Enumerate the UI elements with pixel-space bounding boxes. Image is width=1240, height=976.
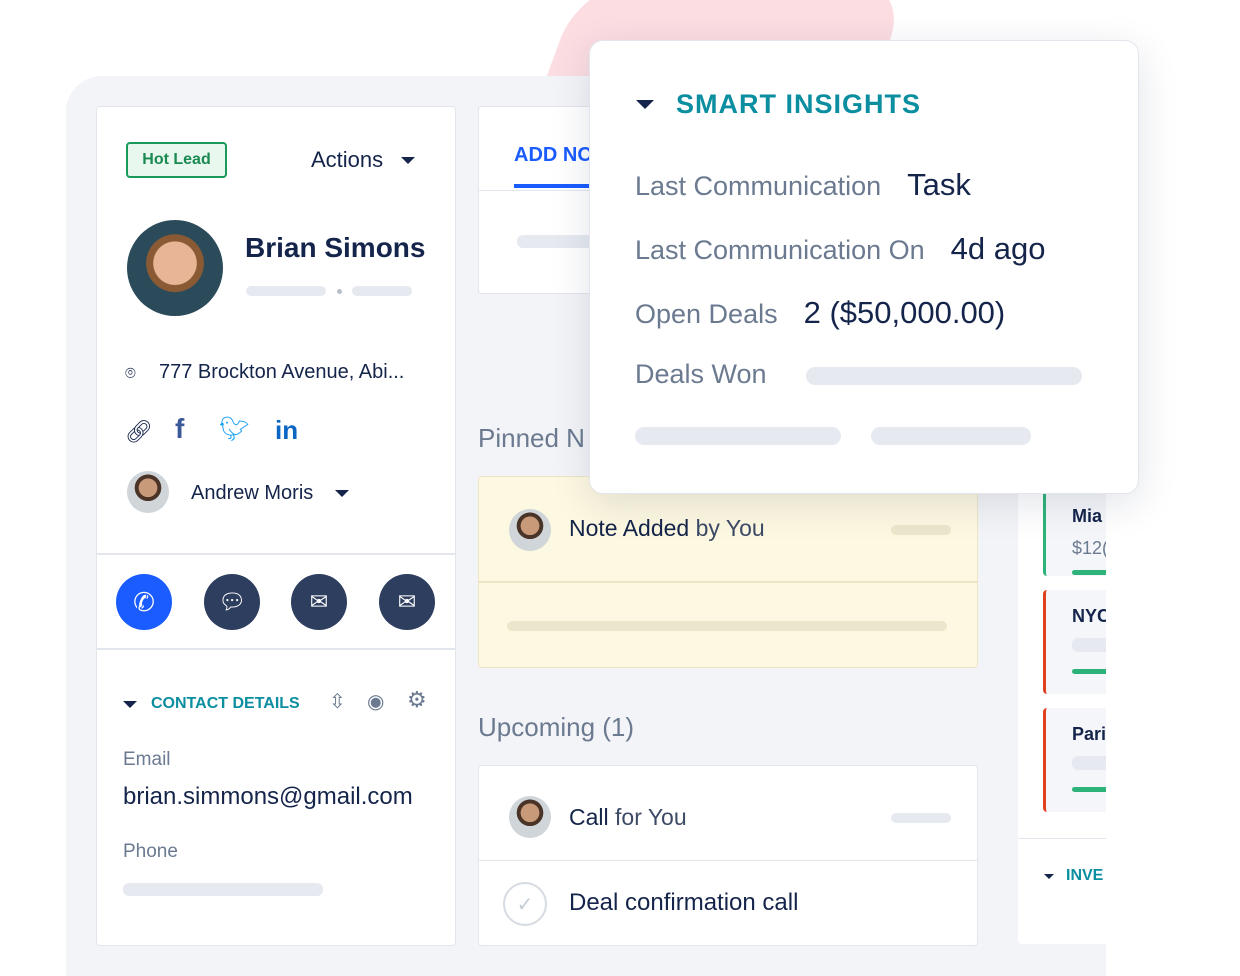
insight-row: Last Communication Task (635, 167, 971, 203)
call-item[interactable]: Call for You (569, 804, 687, 831)
linkedin-icon[interactable]: in (275, 415, 298, 446)
chat-button[interactable]: 💬︎ (204, 574, 260, 630)
divider (97, 553, 455, 555)
smart-insights-popup: SMART INSIGHTS Last Communication Task La… (589, 40, 1139, 494)
section-header[interactable]: INVE (1044, 867, 1103, 885)
deal-progress (1072, 669, 1106, 674)
chevron-down-icon (636, 100, 654, 109)
insight-label: Last Communication On (635, 235, 925, 265)
placeholder-bar (1072, 638, 1106, 652)
chevron-down-icon (123, 700, 137, 708)
placeholder-bar (871, 427, 1031, 445)
insight-label: Last Communication (635, 171, 882, 201)
contact-details-title: CONTACT DETAILS (151, 695, 300, 712)
call-assignee: for You (615, 804, 687, 830)
separator-dot (337, 289, 342, 294)
note-title: Note Added (569, 515, 690, 541)
deal-amount: $12( (1072, 538, 1106, 558)
insight-row: Last Communication On 4d ago (635, 231, 1045, 267)
bulk-email-button[interactable]: ✉ (379, 574, 435, 630)
call-title: Call (569, 804, 609, 830)
pinned-notes-title: Pinned N (478, 423, 585, 453)
deals-panel: Mia $12( NYC Pari INVE (1018, 440, 1106, 944)
upcoming-card: Call for You ✓ Deal confirmation call (478, 765, 978, 946)
email-value[interactable]: brian.simmons@gmail.com (123, 783, 413, 811)
insight-row: Open Deals 2 ($50,000.00) (635, 295, 1005, 331)
deal-name: Pari (1072, 724, 1106, 744)
deal-card[interactable]: Pari (1043, 708, 1106, 812)
actions-label: Actions (311, 147, 384, 172)
chevron-down-icon (1044, 873, 1054, 879)
smart-insights-title: SMART INSIGHTS (676, 89, 922, 119)
contact-avatar (127, 220, 223, 316)
call-button[interactable]: ✆ (116, 574, 172, 630)
insight-label: Deals Won (635, 359, 767, 389)
chevron-down-icon (335, 490, 350, 497)
divider (479, 581, 977, 583)
active-tab-indicator (514, 184, 594, 188)
contact-name: Brian Simons (245, 232, 426, 263)
divider (479, 860, 977, 861)
placeholder-bar (123, 883, 323, 896)
section-title: INVE (1066, 867, 1104, 884)
owner-avatar (127, 471, 169, 513)
contact-card: Hot Lead Actions Brian Simons ⌾ 777 Broc… (96, 106, 456, 946)
note-author-avatar (509, 509, 551, 551)
placeholder-bar (891, 813, 951, 823)
email-button[interactable]: ✉ (291, 574, 347, 630)
gear-icon[interactable]: ⚙ (407, 687, 427, 713)
placeholder-bar (1072, 756, 1106, 770)
owner-dropdown[interactable]: Andrew Moris (191, 482, 350, 505)
collapse-icon[interactable]: ⇳ (329, 689, 346, 714)
placeholder-bar (806, 367, 1082, 385)
task-title[interactable]: Deal confirmation call (569, 889, 798, 917)
actions-dropdown[interactable]: Actions (311, 147, 416, 173)
insight-row: Deals Won (635, 359, 767, 390)
hot-lead-badge: Hot Lead (126, 142, 227, 178)
deal-card[interactable]: NYC (1043, 590, 1106, 694)
deal-progress (1072, 570, 1106, 575)
location-pin-icon: ⌾ (125, 363, 136, 383)
smart-insights-header[interactable]: SMART INSIGHTS (636, 89, 921, 120)
deal-name: Mia (1072, 506, 1103, 526)
note-author: by You (695, 515, 765, 541)
task-checkbox[interactable]: ✓ (503, 882, 547, 926)
call-owner-avatar (509, 796, 551, 838)
insight-value: 2 ($50,000.00) (803, 295, 1006, 330)
twitter-icon[interactable]: 🐦︎ (219, 415, 249, 444)
chevron-down-icon (401, 156, 416, 164)
owner-name: Andrew Moris (191, 482, 314, 504)
facebook-icon[interactable]: f (175, 413, 184, 445)
deal-name: NYC (1072, 606, 1106, 626)
contact-address: 777 Brockton Avenue, Abi... (159, 361, 405, 383)
contact-details-header[interactable]: CONTACT DETAILS (123, 695, 300, 713)
placeholder-bar (635, 427, 841, 445)
tab-add-note[interactable]: ADD NO (514, 144, 593, 167)
placeholder-bar (517, 235, 597, 248)
pinned-note-card[interactable]: Note Added by You (478, 476, 978, 668)
insight-label: Open Deals (635, 299, 778, 329)
insight-value: 4d ago (950, 231, 1046, 266)
placeholder-bar (246, 286, 326, 296)
divider (97, 648, 455, 650)
placeholder-bar (352, 286, 412, 296)
placeholder-bar (507, 621, 947, 631)
phone-label: Phone (123, 841, 178, 862)
link-icon[interactable]: 🔗︎ (125, 419, 153, 445)
upcoming-title: Upcoming (1) (478, 712, 635, 742)
eye-icon[interactable]: ◉ (367, 689, 384, 714)
placeholder-bar (891, 525, 951, 535)
divider (1018, 838, 1106, 839)
deal-progress (1072, 787, 1106, 792)
email-label: Email (123, 749, 171, 770)
insight-value: Task (907, 167, 971, 202)
